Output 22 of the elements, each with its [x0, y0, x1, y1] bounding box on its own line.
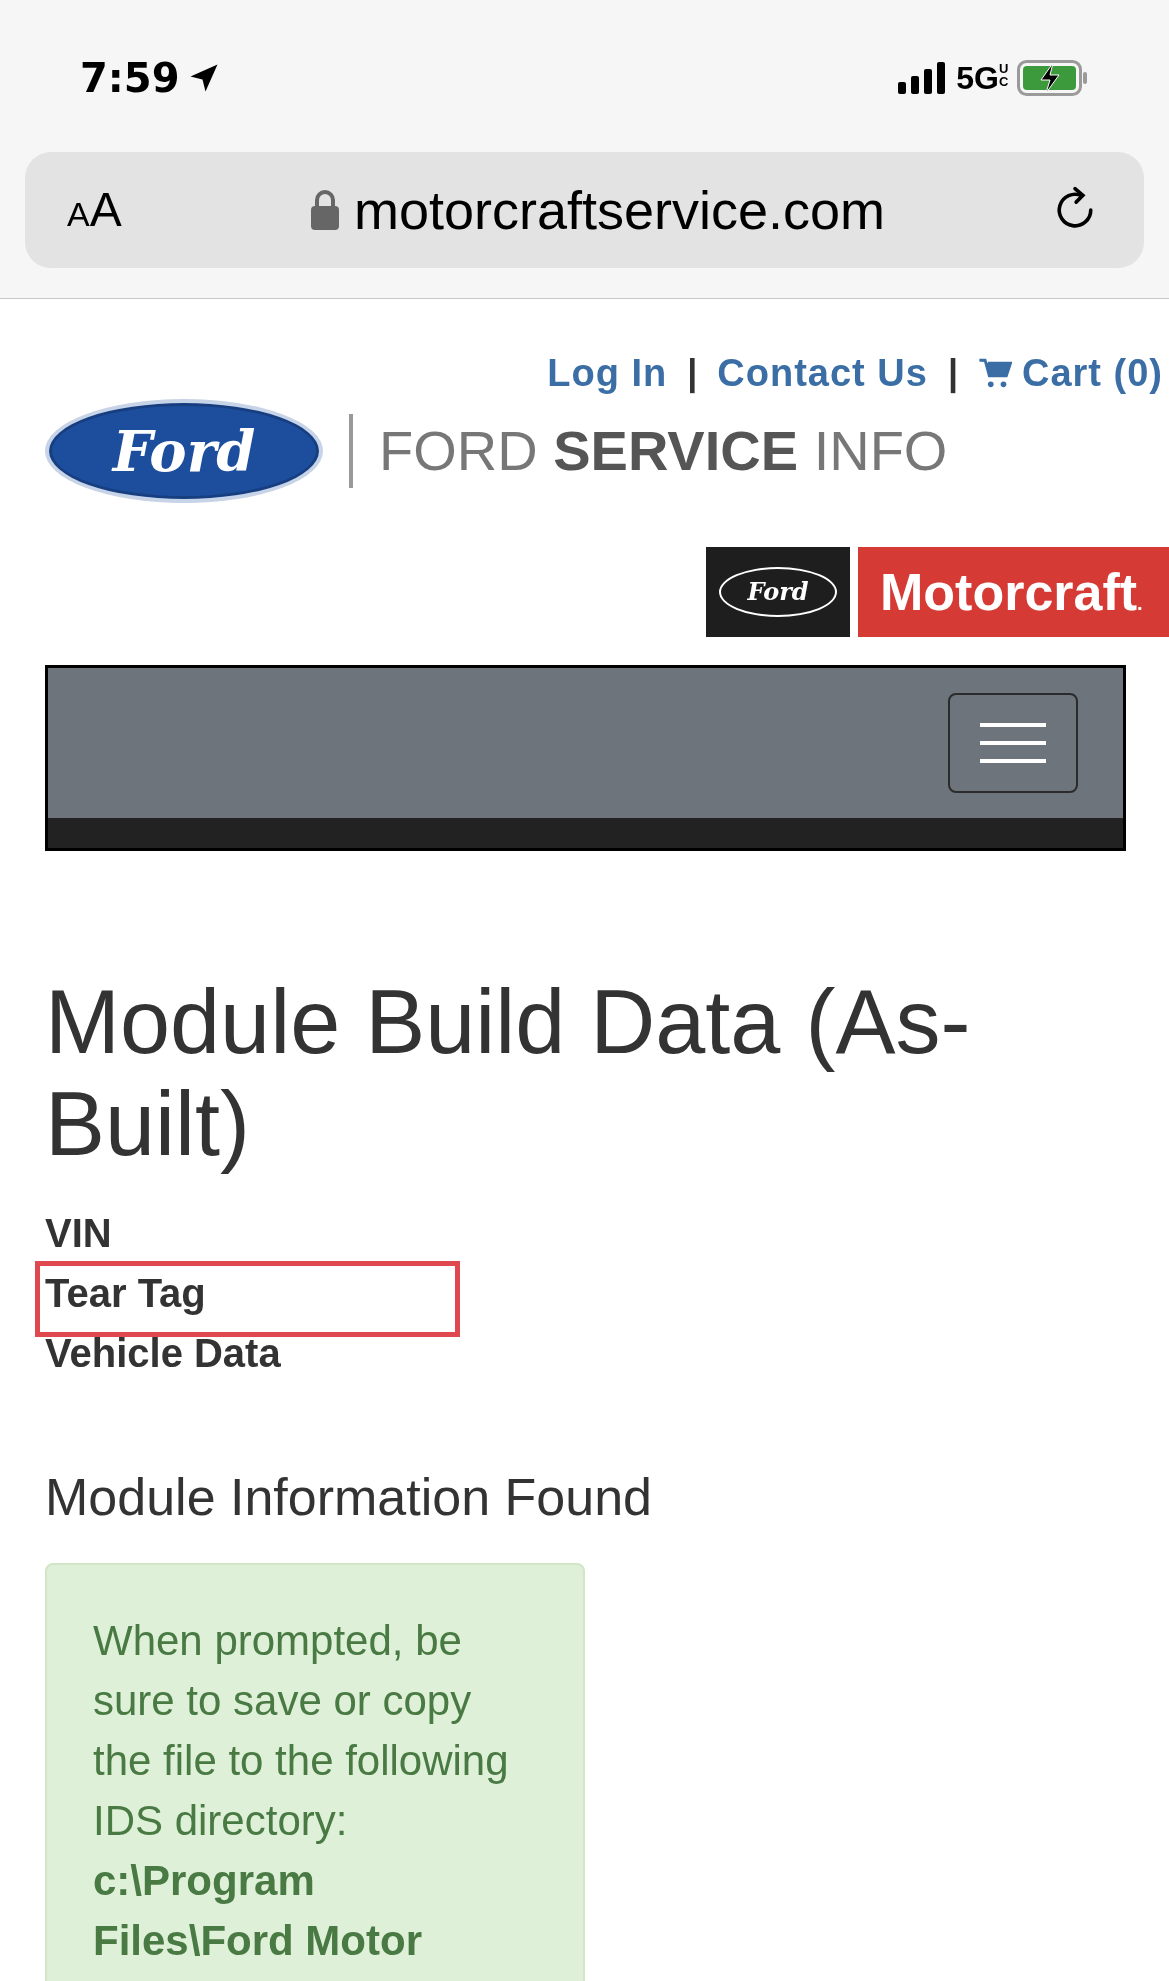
- text-size-button[interactable]: AA: [67, 186, 207, 234]
- logo-wordmark: Ford: [747, 580, 809, 604]
- section-title: Module Information Found: [45, 1471, 653, 1523]
- menu-button[interactable]: [948, 693, 1078, 793]
- menu-icon: [980, 723, 1046, 763]
- status-time: 7:59: [80, 58, 180, 98]
- page-title: Module Build Data (As-Built): [45, 971, 972, 1175]
- option-link[interactable]: VIN: [45, 1213, 112, 1253]
- address-bar[interactable]: AA motorcraftservice.com: [25, 152, 1144, 268]
- service-info-wordmark: FORD SERVICE INFO: [379, 423, 948, 479]
- header-link[interactable]: Contact Us: [717, 354, 928, 392]
- cart-link[interactable]: Cart (0): [977, 354, 1163, 392]
- header-link[interactable]: Log In: [547, 354, 668, 392]
- option-link[interactable]: Vehicle Data: [45, 1333, 281, 1373]
- lock-icon: [309, 189, 340, 231]
- logo-wordmark: Ford: [112, 423, 256, 479]
- url-text: motorcraftservice.com: [353, 183, 886, 237]
- option-link[interactable]: Tear Tag: [45, 1273, 206, 1313]
- notice-text: When prompted, be sure to save or copy the file to the following IDS directory: c:\Program Files\Ford Motor: [93, 1616, 510, 1966]
- brand-wordmark: Motorcraft.: [880, 566, 1143, 618]
- battery-charging-icon: [1017, 60, 1089, 96]
- cart-icon: [977, 356, 1012, 390]
